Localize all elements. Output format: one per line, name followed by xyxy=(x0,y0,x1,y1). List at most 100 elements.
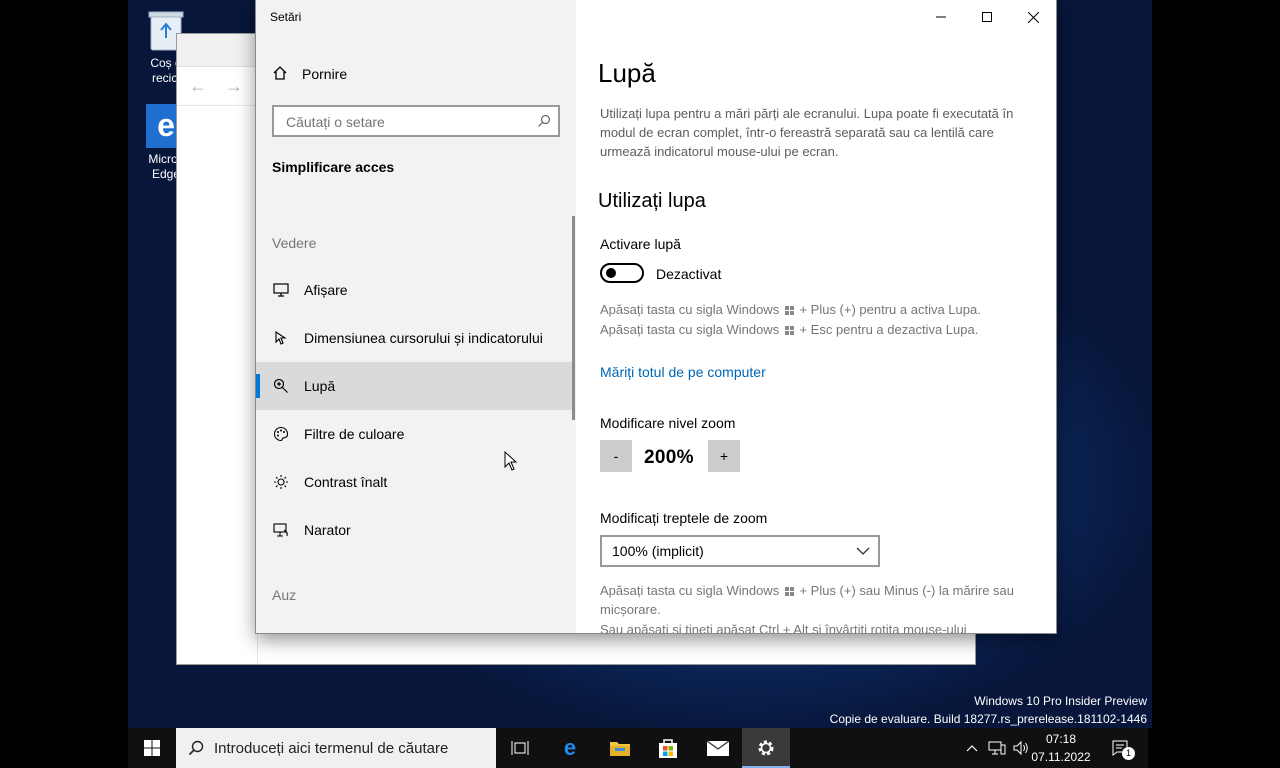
svg-text:e: e xyxy=(157,107,175,143)
toggle-knob xyxy=(606,268,616,278)
magnifier-icon xyxy=(272,377,290,395)
taskbar-store-button[interactable] xyxy=(644,728,692,768)
settings-search-box[interactable] xyxy=(272,105,560,137)
magnifier-toggle-label: Activare lupă xyxy=(600,236,681,252)
clock-time: 07:18 xyxy=(1045,732,1077,746)
sidebar-scrollbar[interactable] xyxy=(572,216,575,420)
hint-zoom-part1: Apăsați tasta cu sigla Windows xyxy=(600,583,780,598)
toggle-state-text: Dezactivat xyxy=(656,266,722,282)
folder-icon xyxy=(610,742,630,756)
settings-sidebar: Setări Pornire Simplificare acces Vedere… xyxy=(256,0,576,633)
zoom-level-label: Modificare nivel zoom xyxy=(600,415,736,431)
sidebar-item-label: Lupă xyxy=(304,378,336,394)
taskbar-edge-button[interactable]: e xyxy=(546,728,594,768)
cursor-icon xyxy=(272,329,290,347)
settings-search-input[interactable] xyxy=(284,113,528,131)
page-title: Lupă xyxy=(598,58,656,88)
task-view-button[interactable] xyxy=(496,728,544,768)
hint-off-part2: + Esc pentru a dezactiva Lupa. xyxy=(799,322,979,337)
windows-key-icon xyxy=(784,306,794,315)
hint-mouse-wheel: Sau apăsați și țineți apăsat Ctrl + Alt … xyxy=(600,622,967,633)
sidebar-item-label: Contrast înalt xyxy=(304,474,388,490)
magnifier-toggle[interactable] xyxy=(600,263,644,283)
windows-key-icon xyxy=(784,326,794,335)
close-button[interactable] xyxy=(1010,0,1056,34)
clock-date: 07.11.2022 xyxy=(1031,750,1091,764)
gear-icon xyxy=(758,740,774,756)
group-vision-header: Vedere xyxy=(272,235,317,251)
taskbar: Introduceți aici termenul de căutare e 0… xyxy=(128,728,1148,768)
notification-badge: 1 xyxy=(1122,747,1135,760)
window-title: Setări xyxy=(270,10,302,24)
hint-on-part2: + Plus (+) pentru a activa Lupa. xyxy=(799,302,981,317)
sidebar-item-label: Filtre de culoare xyxy=(304,426,405,442)
forward-arrow-icon[interactable]: → xyxy=(225,76,243,97)
taskbar-settings-button[interactable] xyxy=(742,728,790,768)
windows-start-icon xyxy=(144,740,160,756)
zoom-increment-dropdown[interactable]: 100% (implicit) xyxy=(600,535,880,567)
narrator-icon xyxy=(272,521,290,539)
zoom-increment-value: 100% (implicit) xyxy=(612,543,704,559)
chevron-down-icon xyxy=(856,547,870,555)
sidebar-item-cursor[interactable]: Dimensiunea cursorului și indicatorului xyxy=(256,314,572,362)
group-hearing-header: Auz xyxy=(272,587,297,603)
watermark-line-1: Windows 10 Pro Insider Preview xyxy=(974,694,1147,708)
page-description: Utilizați lupa pentru a mări părți ale e… xyxy=(600,106,1014,159)
hint-turn-on: Apăsați tasta cu sigla Windows + Plus (+… xyxy=(600,300,981,319)
search-icon xyxy=(188,740,204,756)
sidebar-item-display[interactable]: Afișare xyxy=(256,266,572,314)
windows-key-icon xyxy=(784,587,794,596)
section-title: Simplificare acces xyxy=(272,159,395,175)
minimize-icon xyxy=(936,16,946,18)
store-icon xyxy=(659,739,677,758)
task-view-icon xyxy=(511,741,529,755)
edge-icon: e xyxy=(564,737,576,759)
make-everything-bigger-link[interactable]: Măriți totul de pe computer xyxy=(600,364,766,380)
minimize-button[interactable] xyxy=(918,0,964,34)
display-icon xyxy=(272,281,290,299)
letterbox-left xyxy=(0,0,128,728)
letterbox-right xyxy=(1152,0,1280,728)
explorer-nav-pane xyxy=(177,104,258,664)
zoom-in-button[interactable]: + xyxy=(708,440,740,472)
home-icon xyxy=(272,65,288,84)
zoom-out-button[interactable]: - xyxy=(600,440,632,472)
taskbar-search-placeholder: Introduceți aici termenul de căutare xyxy=(214,739,449,757)
sidebar-item-narrator[interactable]: Narator xyxy=(256,506,572,554)
network-icon xyxy=(988,741,1006,755)
taskbar-mail-button[interactable] xyxy=(694,728,742,768)
network-status-button[interactable] xyxy=(986,728,1008,768)
taskbar-clock[interactable]: 07:18 07.11.2022 xyxy=(1026,730,1096,766)
action-center-button[interactable]: 1 xyxy=(1106,728,1136,768)
search-icon[interactable] xyxy=(536,113,552,129)
brightness-icon xyxy=(272,473,290,491)
sidebar-item-magnifier[interactable]: Lupă xyxy=(256,362,572,410)
home-nav-item[interactable]: Pornire xyxy=(272,58,347,90)
sidebar-item-label: Afișare xyxy=(304,282,348,298)
maximize-icon xyxy=(982,12,992,22)
sidebar-item-high-contrast[interactable]: Contrast înalt xyxy=(256,458,572,506)
settings-window: Setări Pornire Simplificare acces Vedere… xyxy=(256,0,1056,633)
subheading: Utilizați lupa xyxy=(598,190,706,212)
taskbar-file-explorer-button[interactable] xyxy=(596,728,644,768)
svg-text:e: e xyxy=(564,737,576,759)
sidebar-item-color-filters[interactable]: Filtre de culoare xyxy=(256,410,572,458)
zoom-increment-label: Modificați treptele de zoom xyxy=(600,510,768,526)
hint-zoom-keys: Apăsați tasta cu sigla Windows + Plus (+… xyxy=(600,581,1036,619)
start-button[interactable] xyxy=(128,728,176,768)
mail-icon xyxy=(706,740,730,756)
hint-off-part1: Apăsați tasta cu sigla Windows xyxy=(600,322,780,337)
hint-on-part1: Apăsați tasta cu sigla Windows xyxy=(600,302,780,317)
close-icon xyxy=(1027,11,1039,23)
maximize-button[interactable] xyxy=(964,0,1010,34)
home-label: Pornire xyxy=(302,66,348,82)
zoom-level-value: 200% xyxy=(644,447,694,468)
chevron-up-icon xyxy=(966,745,978,752)
sidebar-item-label: Dimensiunea cursorului și indicatorului xyxy=(304,330,543,346)
taskbar-search-box[interactable]: Introduceți aici termenul de căutare xyxy=(176,728,496,768)
show-hidden-icons-button[interactable] xyxy=(962,728,982,768)
watermark-line-2: Copie de evaluare. Build 18277.rs_prerel… xyxy=(829,712,1147,726)
palette-icon xyxy=(272,425,290,443)
hint-turn-off: Apăsați tasta cu sigla Windows + Esc pen… xyxy=(600,320,978,339)
back-arrow-icon[interactable]: ← xyxy=(189,76,207,97)
